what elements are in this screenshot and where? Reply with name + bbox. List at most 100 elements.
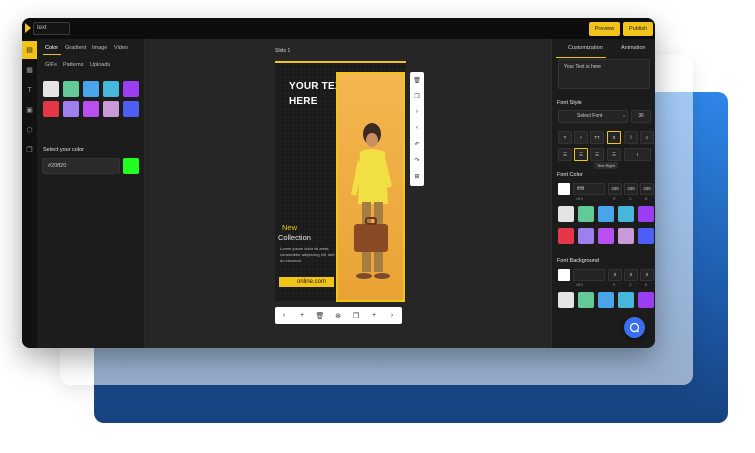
b-label: B	[645, 283, 648, 287]
grid-icon[interactable]: ⊞	[410, 168, 424, 184]
tool-rail: ▤ ▦ T ▣ ⬡ ❒	[22, 39, 37, 348]
bold-button[interactable]: T	[558, 131, 572, 144]
chevron-left-icon[interactable]: ‹	[410, 120, 424, 136]
url-badge[interactable]: online.com	[279, 277, 334, 287]
tab-gradient[interactable]: Gradient	[65, 45, 86, 51]
tab-customization[interactable]: Customization	[568, 45, 603, 51]
align-right-icon[interactable]: ☰	[590, 148, 604, 161]
line-height-button[interactable]: I	[624, 148, 651, 161]
preview-button[interactable]: Preview	[589, 22, 620, 36]
font-color-swatch[interactable]	[638, 228, 654, 244]
color-swatch[interactable]	[63, 81, 79, 97]
collection-text[interactable]: Collection	[278, 233, 311, 242]
font-bg-swatch[interactable]	[558, 292, 574, 308]
chevron-right-icon[interactable]: ›	[410, 104, 424, 120]
font-color-swatch[interactable]	[558, 206, 574, 222]
marketing-stage: text Preview Publish ▤ ▦ T ▣ ⬡ ❒ Color G…	[0, 0, 755, 453]
font-bg-swatch[interactable]	[618, 292, 634, 308]
new-text[interactable]: New	[282, 223, 297, 232]
hex-color-input[interactable]: #20ff20	[42, 158, 120, 174]
model-photo[interactable]	[336, 72, 405, 302]
align-left-icon[interactable]: ☰	[558, 148, 572, 161]
font-bg-b-input[interactable]: 0	[640, 269, 654, 281]
font-color-swatch[interactable]	[598, 228, 614, 244]
tab-image[interactable]: Image	[92, 45, 107, 51]
font-bg-hex-input[interactable]	[573, 269, 605, 281]
font-color-preview[interactable]	[558, 183, 570, 195]
add-slide-icon[interactable]: +	[293, 307, 311, 324]
font-color-b-input[interactable]: 255	[640, 183, 654, 195]
strikethrough-button[interactable]: ≡	[640, 131, 654, 144]
font-color-swatch[interactable]	[578, 206, 594, 222]
text-content-input[interactable]: Your Text is here	[558, 59, 650, 89]
color-swatch[interactable]	[63, 101, 79, 117]
layers-tool-icon[interactable]: ▦	[22, 61, 37, 79]
color-swatch[interactable]	[103, 81, 119, 97]
tab-video[interactable]: Video	[114, 45, 128, 51]
background-panel: Color Gradient Image Video GIFs Patterns…	[37, 39, 145, 348]
font-bg-swatch[interactable]	[598, 292, 614, 308]
redo-icon[interactable]: ↷	[410, 152, 424, 168]
undo-icon[interactable]: ↶	[410, 136, 424, 152]
color-swatch[interactable]	[43, 81, 59, 97]
b-label: B	[645, 197, 648, 201]
settings-icon[interactable]: ⊛	[329, 307, 347, 324]
subtab-patterns[interactable]: Patterns	[63, 62, 83, 68]
italic-button[interactable]: I	[574, 131, 588, 144]
font-bg-r-input[interactable]: 0	[608, 269, 622, 281]
color-swatch[interactable]	[43, 101, 59, 117]
tab-customization-underline	[556, 57, 606, 58]
font-color-swatch[interactable]	[618, 228, 634, 244]
prev-slide-icon[interactable]: ‹	[275, 307, 293, 324]
font-color-r-input[interactable]: 255	[608, 183, 622, 195]
font-color-g-input[interactable]: 255	[624, 183, 638, 195]
font-color-swatch[interactable]	[618, 206, 634, 222]
font-bg-swatch[interactable]	[638, 292, 654, 308]
subtab-uploads[interactable]: Uploads	[90, 62, 110, 68]
color-preview-swatch[interactable]	[123, 158, 139, 174]
color-swatch[interactable]	[103, 101, 119, 117]
image-tool-icon[interactable]: ▣	[22, 101, 37, 119]
delete-icon[interactable]: 🗑	[410, 72, 424, 88]
color-swatch[interactable]	[123, 81, 139, 97]
font-color-swatch[interactable]	[598, 206, 614, 222]
canvas-area: Slide 1 YOUR TEXT IS HERE New Collection…	[145, 39, 551, 348]
publish-button[interactable]: Publish	[623, 22, 653, 36]
text-tool-icon[interactable]: T	[22, 81, 37, 99]
font-bg-g-input[interactable]: 0	[624, 269, 638, 281]
next-slide-icon[interactable]: ›	[383, 307, 401, 324]
tab-color[interactable]: Color	[45, 45, 58, 51]
chat-button[interactable]	[624, 317, 645, 338]
body-text[interactable]: Lorem ipsum dolor sit amet, consectetur …	[280, 246, 336, 264]
copy-icon[interactable]: ❐	[410, 88, 424, 104]
subtab-gifs[interactable]: GIFs	[45, 62, 57, 68]
tab-animation[interactable]: Animation	[621, 45, 645, 51]
font-color-hex-input[interactable]: ffffff	[573, 183, 605, 195]
align-justify-icon[interactable]: ☰	[607, 148, 621, 161]
font-select[interactable]: Select Font	[558, 110, 628, 123]
color-swatch[interactable]	[83, 101, 99, 117]
color-swatch[interactable]	[123, 101, 139, 117]
uppercase-button[interactable]: TT	[590, 131, 604, 144]
element-tool-icon[interactable]: ❒	[22, 141, 37, 159]
slide-label: Slide 1	[275, 48, 291, 54]
lowercase-button[interactable]: tt	[607, 131, 621, 144]
font-color-swatch[interactable]	[558, 228, 574, 244]
underline-button[interactable]: Ī	[624, 131, 638, 144]
slide-canvas[interactable]: YOUR TEXT IS HERE New Collection Lorem i…	[275, 61, 406, 302]
color-swatch[interactable]	[83, 81, 99, 97]
font-size-input[interactable]: 36	[631, 110, 651, 123]
title-input[interactable]: text	[33, 22, 70, 35]
font-color-swatch[interactable]	[638, 206, 654, 222]
add-icon[interactable]: +	[365, 307, 383, 324]
font-bg-swatch[interactable]	[578, 292, 594, 308]
font-bg-preview[interactable]	[558, 269, 570, 281]
align-center-icon[interactable]: ☰	[574, 148, 588, 161]
select-color-label: Select your color	[43, 147, 84, 153]
font-color-swatch[interactable]	[578, 228, 594, 244]
duplicate-slide-icon[interactable]: ❐	[347, 307, 365, 324]
shape-tool-icon[interactable]: ⬡	[22, 121, 37, 139]
delete-slide-icon[interactable]: 🗑	[311, 307, 329, 324]
customization-panel: Customization Animation Your Text is her…	[551, 39, 655, 348]
background-tool-icon[interactable]: ▤	[22, 41, 37, 59]
